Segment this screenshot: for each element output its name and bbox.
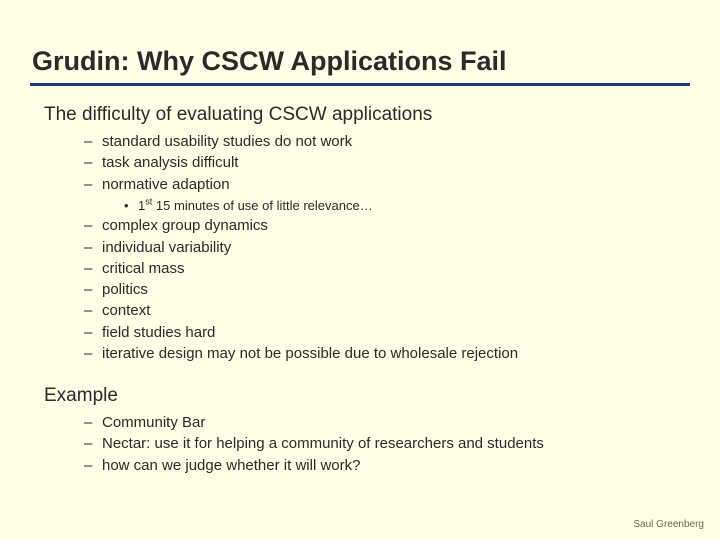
sub-bullet-list: 1st 15 minutes of use of little relevanc… <box>124 197 690 215</box>
list-item: individual variability <box>84 238 690 258</box>
sub-rest: 15 minutes of use of little relevance… <box>152 198 372 213</box>
sub-list-item: 1st 15 minutes of use of little relevanc… <box>124 197 690 215</box>
spacer <box>30 365 690 377</box>
list-item: how can we judge whether it will work? <box>84 456 690 476</box>
list-item: Community Bar <box>84 413 690 433</box>
example-list: Community Bar Nectar: use it for helping… <box>84 413 690 476</box>
list-item: field studies hard <box>84 323 690 343</box>
section-heading-difficulty: The difficulty of evaluating CSCW applic… <box>44 104 690 126</box>
list-item: critical mass <box>84 259 690 279</box>
footer-author: Saul Greenberg <box>633 519 704 530</box>
slide-title: Grudin: Why CSCW Applications Fail <box>32 46 690 77</box>
list-item: complex group dynamics <box>84 216 690 236</box>
list-item: iterative design may not be possible due… <box>84 344 690 364</box>
list-item: context <box>84 301 690 321</box>
slide: Grudin: Why CSCW Applications Fail The d… <box>0 0 720 540</box>
list-item: Nectar: use it for helping a community o… <box>84 434 690 454</box>
list-item: standard usability studies do not work <box>84 132 690 152</box>
title-underline <box>30 83 690 86</box>
list-item: task analysis difficult <box>84 153 690 173</box>
difficulty-list-a: standard usability studies do not work t… <box>84 132 690 195</box>
list-item: normative adaption <box>84 175 690 195</box>
section-heading-example: Example <box>44 385 690 407</box>
difficulty-list-b: complex group dynamics individual variab… <box>84 216 690 364</box>
list-item: politics <box>84 280 690 300</box>
